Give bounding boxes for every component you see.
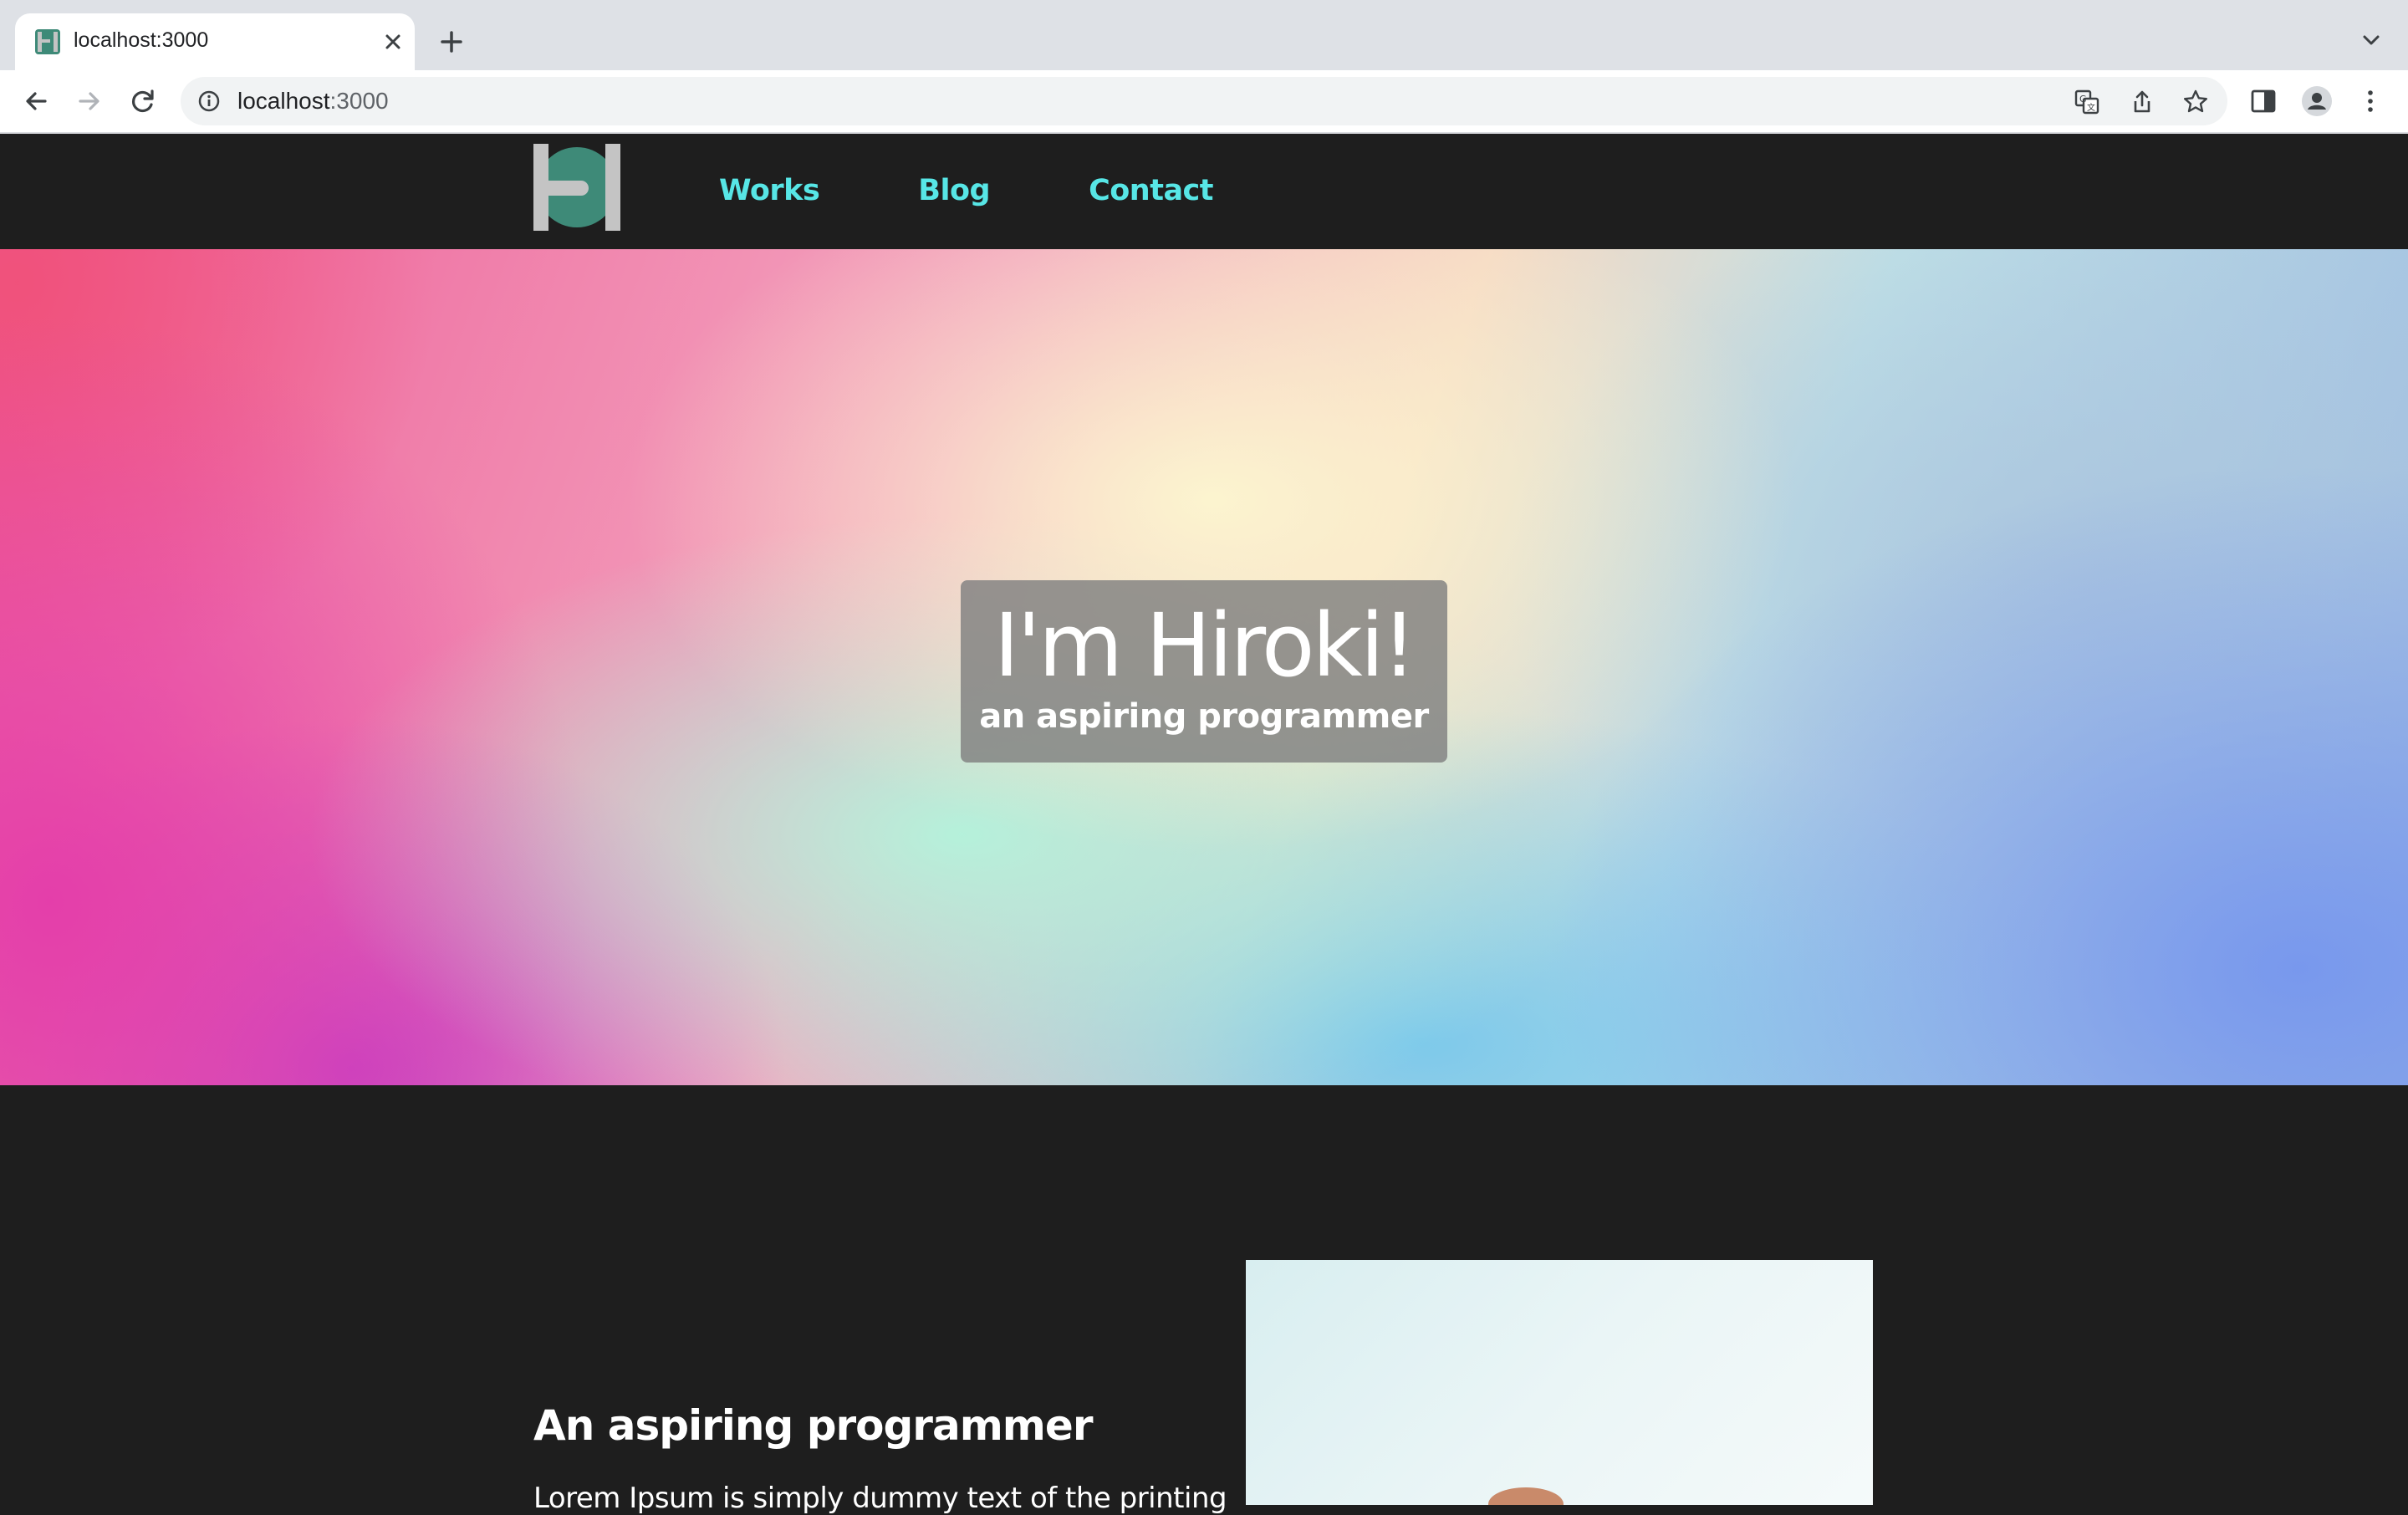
about-section: An aspiring programmer Lorem Ipsum is si… [0,1085,2408,1515]
nav-link-works[interactable]: Works [719,174,820,207]
site-favicon-icon [35,29,60,54]
photo-subject-shape [1488,1487,1564,1505]
bookmark-star-icon[interactable] [2181,87,2211,117]
svg-text:文: 文 [2087,102,2095,113]
tab-title: localhost:3000 [74,28,209,52]
address-bar[interactable]: localhost:3000 G 文 [181,77,2227,125]
url-port: :3000 [329,88,389,114]
hero-banner: I'm Hiroki! an aspiring programmer [0,249,2408,1085]
new-tab-icon[interactable] [431,22,472,62]
browser-tab-strip: localhost:3000 [0,0,2408,70]
back-arrow-icon[interactable] [17,82,55,120]
profile-avatar-icon[interactable] [2301,85,2333,117]
hero-subtitle: an aspiring programmer [979,697,1429,736]
url-text[interactable]: localhost:3000 [237,88,389,115]
forward-arrow-icon[interactable] [70,82,109,120]
tab-search-chevron-icon[interactable] [2354,23,2388,57]
site-info-icon[interactable] [196,88,222,115]
profile-photo [1246,1260,1873,1505]
reload-icon[interactable] [124,82,162,120]
hero-title: I'm Hiroki! [993,594,1417,696]
about-paragraph: Lorem Ipsum is simply dummy text of the … [533,1482,1227,1515]
site-header: Works Blog Contact [0,134,2408,249]
translate-icon[interactable]: G 文 [2072,87,2102,117]
close-tab-icon[interactable] [376,25,410,59]
svg-text:G: G [2079,94,2087,105]
browser-tab[interactable]: localhost:3000 [15,13,415,70]
nav-link-blog[interactable]: Blog [918,174,990,207]
side-panel-icon[interactable] [2247,85,2279,117]
site-logo[interactable] [533,144,620,231]
about-heading: An aspiring programmer [533,1401,1093,1450]
site-nav: Works Blog Contact [719,174,1312,207]
share-icon[interactable] [2127,87,2157,117]
browser-menu-icon[interactable] [2354,85,2386,117]
nav-link-contact[interactable]: Contact [1089,174,1213,207]
hero-title-card: I'm Hiroki! an aspiring programmer [961,580,1447,763]
browser-toolbar: localhost:3000 G 文 [0,70,2408,134]
url-host: localhost [237,88,330,114]
